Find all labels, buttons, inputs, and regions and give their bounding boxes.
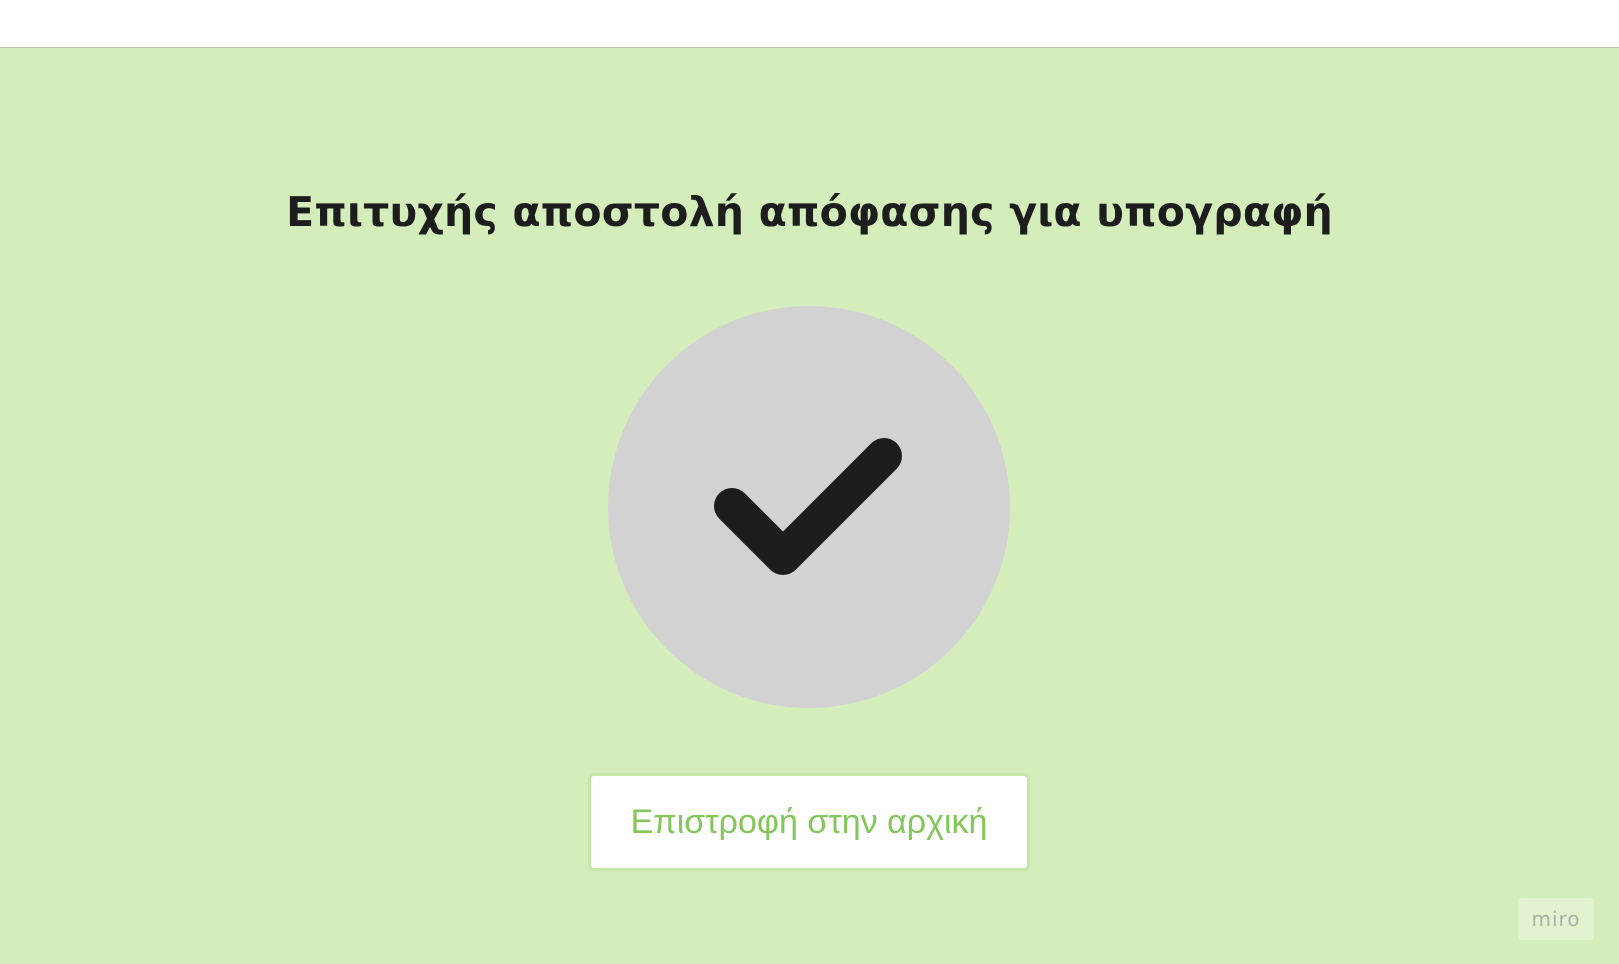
return-home-button[interactable]: Επιστροφή στην αρχική	[588, 773, 1030, 871]
top-bar	[0, 0, 1619, 48]
miro-watermark: miro	[1518, 898, 1594, 940]
success-panel: Επιτυχής αποστολή απόφασης για υπογραφή …	[0, 48, 1619, 964]
checkmark-icon	[714, 438, 902, 575]
page-title: Επιτυχής αποστολή απόφασης για υπογραφή	[286, 188, 1333, 236]
success-status-circle	[608, 306, 1010, 708]
